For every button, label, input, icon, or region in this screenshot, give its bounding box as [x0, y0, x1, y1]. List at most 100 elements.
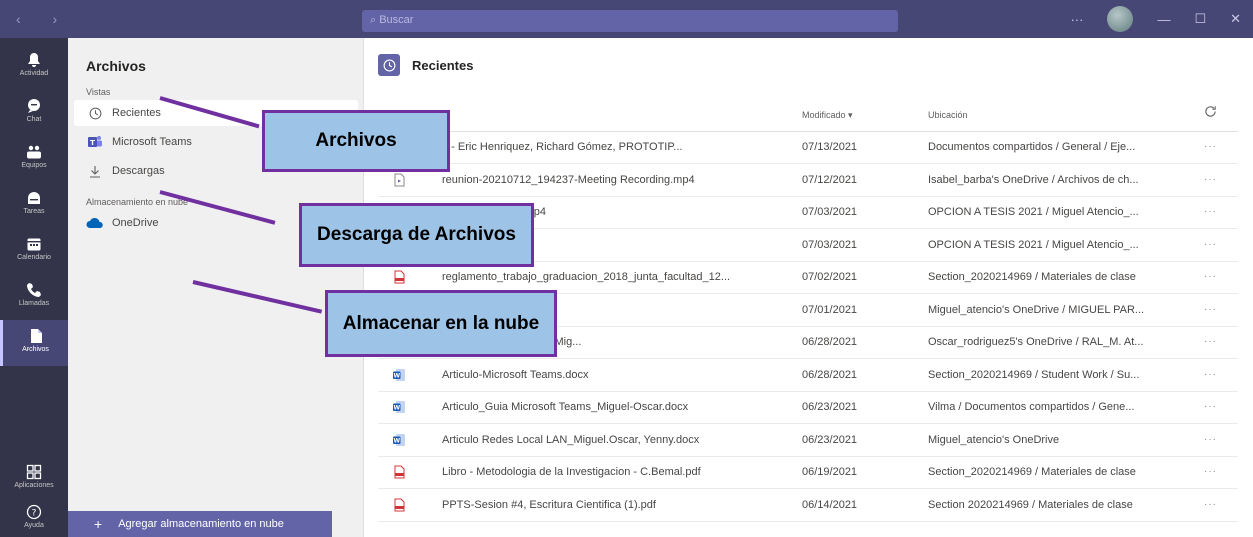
app-rail: Actividad Chat Equipos Tareas Calendario…	[0, 38, 68, 537]
file-name[interactable]: Articulo_Guia Microsoft Teams_Miguel-Osc…	[442, 401, 814, 413]
row-more-button[interactable]: ···	[1204, 174, 1217, 185]
file-modified: 06/14/2021	[802, 498, 858, 511]
rail-item-llamadas[interactable]: Llamadas	[0, 274, 68, 320]
pdf-file-icon	[392, 498, 412, 515]
rail-item-actividad[interactable]: Actividad	[0, 44, 68, 90]
file-modified: 07/01/2021	[802, 303, 858, 316]
column-location[interactable]: Ubicación	[928, 110, 968, 120]
search-icon: ⌕	[370, 14, 380, 26]
file-location: Miguel_atencio's OneDrive	[928, 433, 1060, 446]
rail-item-equipos[interactable]: Equipos	[0, 136, 68, 182]
rail-label: Ayuda	[24, 522, 44, 529]
word-file-icon: W	[392, 433, 412, 450]
file-location: Section 2020214969 / Materiales de clase	[928, 498, 1133, 511]
rail-label: Calendario	[17, 254, 51, 261]
avatar[interactable]	[1107, 6, 1134, 32]
file-location: Section_2020214969 / Student Work / Su..…	[928, 368, 1140, 381]
minimize-button[interactable]: —	[1157, 12, 1170, 27]
word-file-icon: W	[392, 368, 412, 385]
page-title: Recientes	[412, 57, 474, 73]
pane-item-label: Microsoft Teams	[112, 136, 192, 148]
rail-label: Chat	[26, 116, 42, 123]
pane-item-label: Recientes	[112, 107, 161, 119]
more-options-button[interactable]: ···	[1070, 12, 1083, 27]
rail-label: Llamadas	[18, 300, 50, 307]
callout-descarga: Descarga de Archivos	[299, 203, 534, 267]
svg-text:W: W	[393, 405, 400, 412]
table-row[interactable]: Libro - Metodologia de la Investigacion …	[378, 457, 1238, 489]
rail-label: Equipos	[21, 162, 47, 169]
file-name[interactable]: reunion-20210712_194237-Meeting Recordin…	[442, 174, 814, 186]
file-modified: 07/03/2021	[802, 206, 858, 218]
file-modified: 06/23/2021	[802, 401, 858, 413]
download-icon	[86, 165, 104, 178]
teams-icon	[27, 145, 41, 159]
bell-icon	[28, 53, 40, 67]
add-storage-label: Agregar almacenamiento en nube	[118, 518, 284, 530]
search-input[interactable]: ⌕ Buscar	[362, 10, 898, 32]
maximize-button[interactable]: ☐	[1194, 11, 1206, 27]
file-name[interactable]: Libro - Metodologia de la Investigacion …	[442, 466, 814, 478]
pane-title: Archivos	[86, 58, 146, 74]
row-more-button[interactable]: ···	[1204, 141, 1217, 152]
close-button[interactable]: ✕	[1230, 11, 1241, 27]
file-modified: 07/02/2021	[802, 271, 858, 283]
file-location: Isabel_barba's OneDrive / Archivos de ch…	[928, 173, 1139, 186]
file-name[interactable]: Articulo-Microsoft Teams.docx	[442, 369, 814, 381]
add-cloud-storage-button[interactable]: + Agregar almacenamiento en nube	[68, 511, 332, 537]
file-modified: 06/28/2021	[802, 368, 858, 381]
callout-archivos: Archivos	[262, 110, 450, 172]
file-location: Section_2020214969 / Materiales de clase	[928, 271, 1136, 283]
nav-arrows[interactable]: ‹ ›	[16, 11, 71, 27]
pane-item-label: OneDrive	[112, 217, 159, 229]
main-header: Recientes	[378, 54, 473, 76]
views-label: Vistas	[86, 87, 111, 97]
row-more-button[interactable]: ···	[1204, 434, 1217, 445]
row-more-button[interactable]: ···	[1204, 206, 1217, 217]
rail-item-calendario[interactable]: Calendario	[0, 228, 68, 274]
table-row[interactable]: PPTS-Sesion #4, Escritura Cientifica (1)…	[378, 490, 1238, 522]
column-modified[interactable]: Modificado ▾	[802, 110, 853, 121]
video-file-icon	[392, 173, 412, 190]
pdf-file-icon	[392, 465, 412, 482]
row-more-button[interactable]: ···	[1204, 304, 1217, 315]
row-more-button[interactable]: ···	[1204, 271, 1217, 282]
table-row[interactable]: reunion-20210712_194237-Meeting Recordin…	[378, 165, 1238, 197]
cloud-storage-label: Almacenamiento en nube	[86, 197, 189, 207]
clock-icon	[86, 107, 104, 120]
table-row[interactable]: W Articulo-Microsoft Teams.docx 06/28/2021…	[378, 360, 1238, 392]
svg-text:T: T	[90, 139, 95, 147]
rail-item-chat[interactable]: Chat	[0, 90, 68, 136]
file-location: OPCION A TESIS 2021 / Miguel Atencio_...	[928, 238, 1139, 251]
table-row[interactable]: W Articulo_Guia Microsoft Teams_Miguel-Os…	[378, 392, 1238, 424]
row-more-button[interactable]: ···	[1204, 466, 1217, 477]
file-name[interactable]: Articulo Redes Local LAN_Miguel.Oscar, Y…	[442, 434, 814, 446]
file-location: Oscar_rodriguez5's OneDrive / RAL_M. At.…	[928, 336, 1144, 348]
clock-icon	[378, 54, 400, 76]
file-name[interactable]: a - Eric Henriquez, Richard Gómez, PROTO…	[442, 141, 814, 153]
file-name[interactable]: PPTS-Sesion #4, Escritura Cientifica (1)…	[442, 499, 814, 511]
search-placeholder: Buscar	[379, 14, 414, 26]
table-header: Modificado ▾ Ubicación	[378, 96, 1238, 132]
refresh-icon[interactable]	[1204, 105, 1217, 120]
file-modified: 06/19/2021	[802, 466, 858, 478]
row-more-button[interactable]: ···	[1204, 336, 1217, 347]
table-row[interactable]: W Articulo Redes Local LAN_Miguel.Oscar, …	[378, 425, 1238, 457]
row-more-button[interactable]: ···	[1204, 239, 1217, 250]
rail-label: Aplicaciones	[14, 482, 54, 489]
file-modified: 07/13/2021	[802, 141, 858, 153]
file-name[interactable]: reglamento_trabajo_graduacion_2018_junta…	[442, 271, 814, 283]
rail-more-button[interactable]: ···	[0, 340, 68, 356]
svg-text:W: W	[393, 437, 400, 444]
rail-item-tareas[interactable]: Tareas	[0, 182, 68, 228]
file-modified: 06/28/2021	[802, 336, 858, 348]
svg-text:W: W	[393, 372, 400, 379]
row-more-button[interactable]: ···	[1204, 499, 1217, 510]
file-modified: 06/23/2021	[802, 433, 858, 446]
row-more-button[interactable]: ···	[1204, 401, 1217, 412]
phone-icon	[27, 283, 41, 297]
rail-item-ayuda[interactable]: ? Ayuda	[0, 496, 68, 537]
callout-almacenar-nube: Almacenar en la nube	[325, 290, 557, 357]
table-row[interactable]: Wa - Eric Henriquez, Richard Gómez, PROT…	[378, 132, 1238, 164]
row-more-button[interactable]: ···	[1204, 369, 1217, 380]
